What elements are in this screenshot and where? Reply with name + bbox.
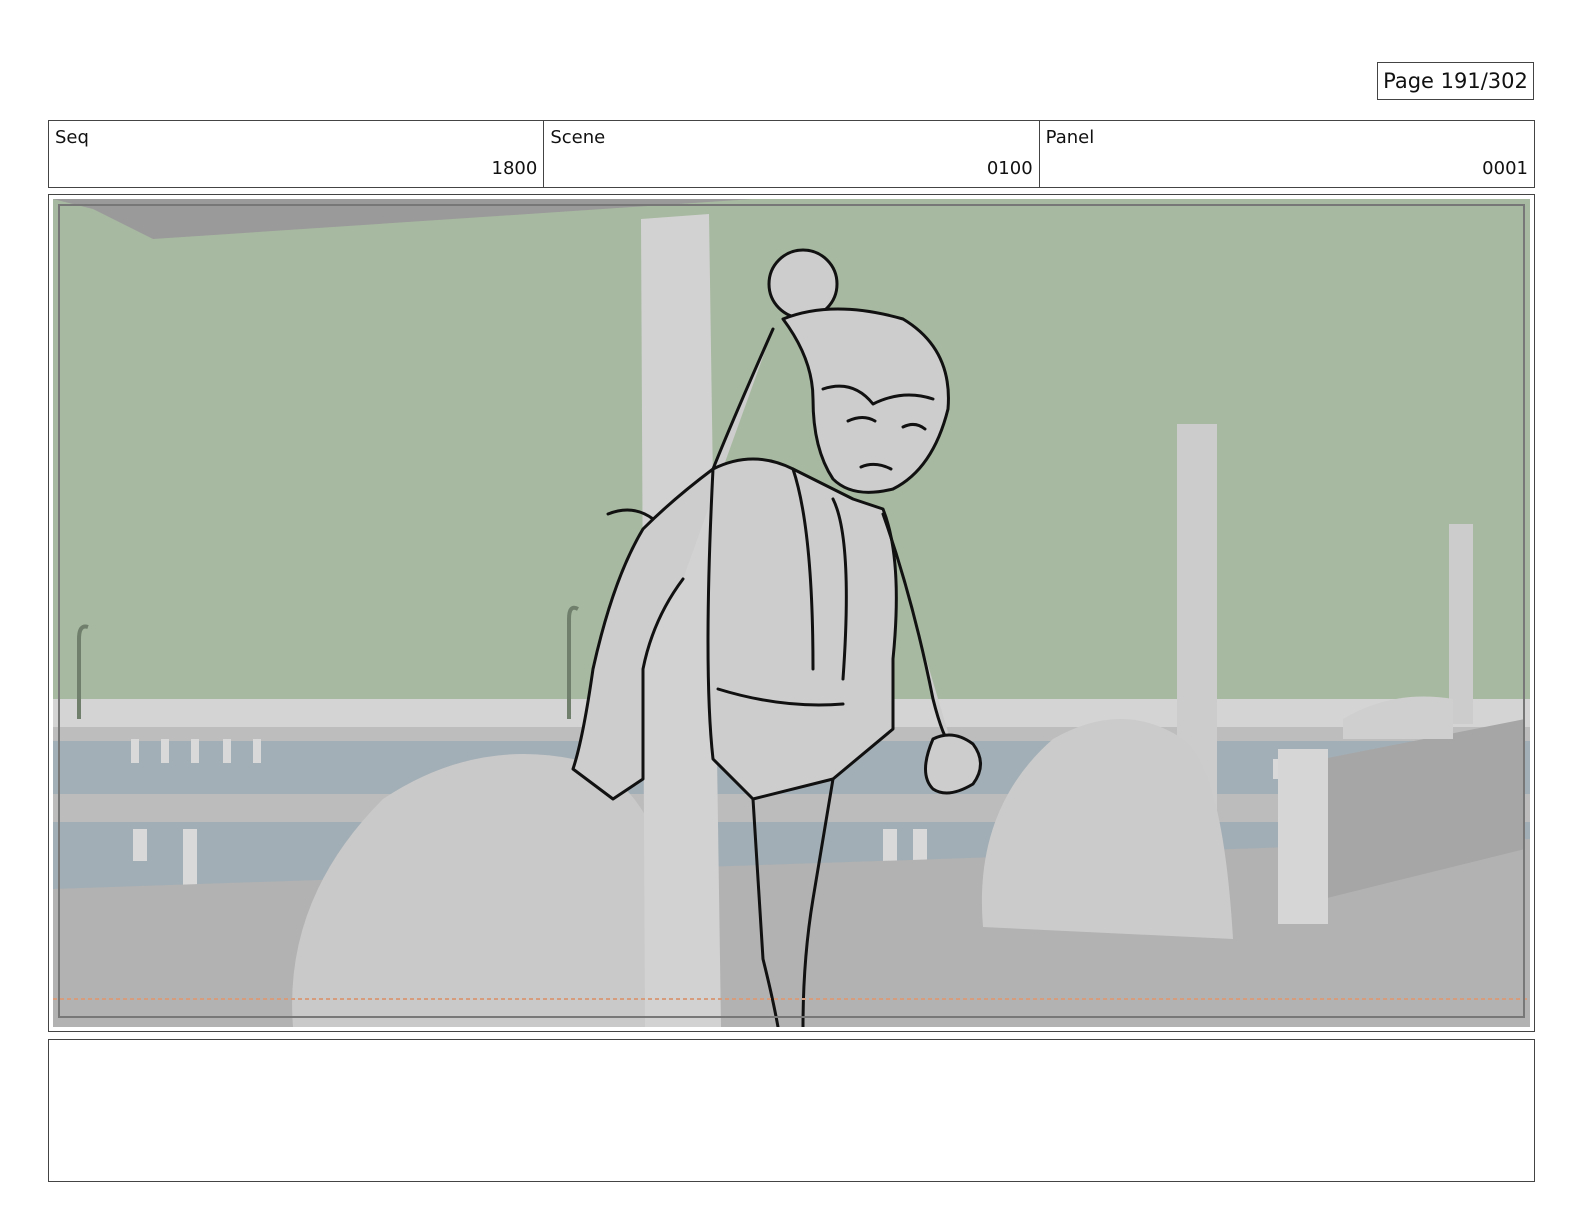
panel-value: 0001 xyxy=(1482,158,1528,179)
scene-cell: Scene 0100 xyxy=(544,121,1040,187)
panel-header: Seq 1800 Scene 0100 Panel 0001 xyxy=(48,120,1535,188)
scene-label: Scene xyxy=(550,127,606,148)
seq-value: 1800 xyxy=(491,158,538,179)
seq-label: Seq xyxy=(55,127,89,148)
panel-cell: Panel 0001 xyxy=(1040,121,1534,187)
notes-box xyxy=(48,1039,1535,1182)
storyboard-panel xyxy=(48,194,1535,1032)
right-wall-post xyxy=(1278,749,1328,924)
seq-cell: Seq 1800 xyxy=(49,121,545,187)
pole-far-right xyxy=(1449,524,1473,724)
page-number: Page 191/302 xyxy=(1377,62,1534,100)
scene-value: 0100 xyxy=(986,158,1033,179)
storyboard-drawing xyxy=(53,199,1530,1027)
panel-label: Panel xyxy=(1045,127,1095,148)
